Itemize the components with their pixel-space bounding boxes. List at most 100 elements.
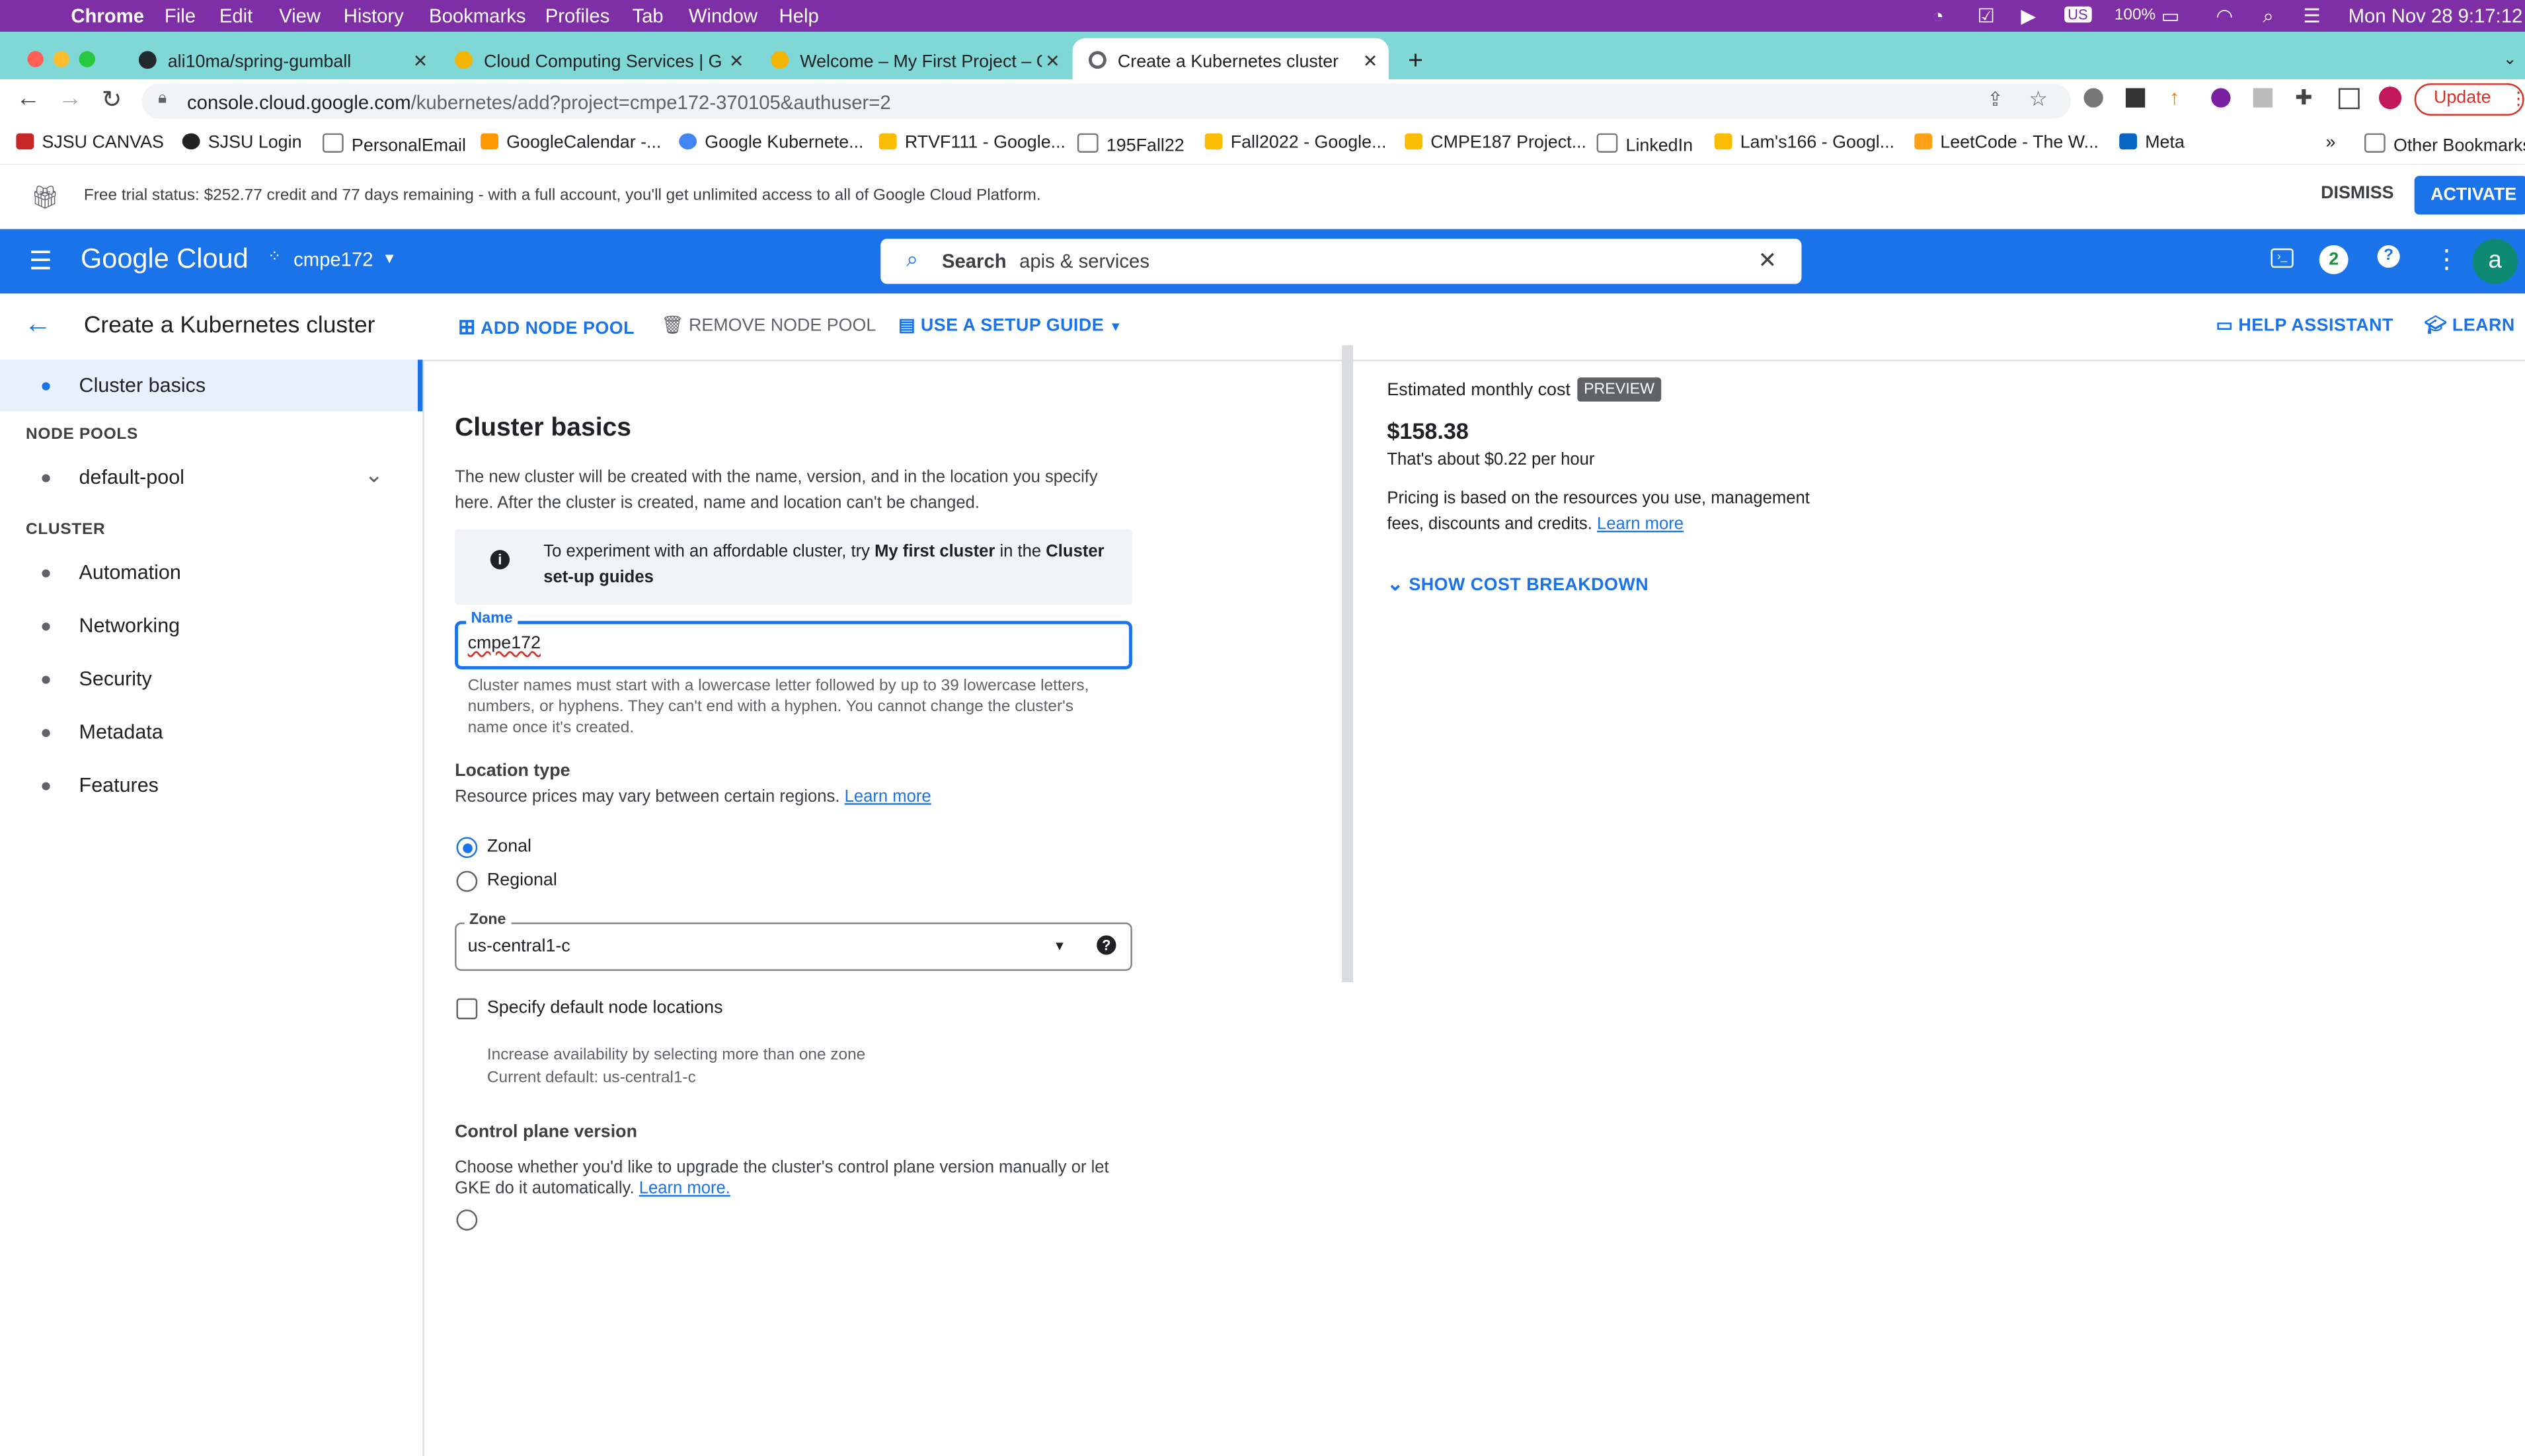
panel-divider[interactable] xyxy=(1342,345,1354,983)
bookmark-item[interactable]: LeetCode - The W... xyxy=(1914,133,2099,153)
status-icon-1[interactable]: ◔ xyxy=(1932,5,1944,27)
extension-arrow-icon[interactable]: ↑ xyxy=(2169,85,2180,110)
bookmark-item[interactable]: CMPE187 Project... xyxy=(1405,133,1586,153)
reload-icon[interactable]: ↻ xyxy=(102,85,122,114)
zonal-label[interactable]: Zonal xyxy=(487,837,531,856)
profile-avatar[interactable] xyxy=(2379,86,2402,110)
forward-arrow-icon[interactable]: → xyxy=(58,85,83,112)
menu-view[interactable]: View xyxy=(279,5,321,27)
checkbox-status-icon[interactable]: ☑ xyxy=(1977,5,1994,27)
extension-grey-icon[interactable] xyxy=(2253,88,2272,108)
bookmark-item[interactable]: Lam's166 - Googl... xyxy=(1714,133,1894,153)
nav-security[interactable]: Security xyxy=(0,653,422,705)
regional-radio[interactable] xyxy=(456,870,478,892)
nav-cluster-basics[interactable]: Cluster basics xyxy=(0,360,423,412)
regional-label[interactable]: Regional xyxy=(487,871,557,890)
nav-default-pool[interactable]: default-pool ⌄ xyxy=(0,451,422,503)
search-clear-icon[interactable]: ✕ xyxy=(1758,247,1777,274)
battery-icon[interactable]: ▭ xyxy=(2161,5,2180,27)
dropdown-arrow-icon[interactable]: ▼ xyxy=(382,250,397,266)
input-source-icon[interactable]: US xyxy=(2064,6,2091,23)
nav-automation[interactable]: Automation xyxy=(0,547,422,598)
control-center-icon[interactable]: ☰ xyxy=(2303,5,2320,27)
add-node-pool-button[interactable]: ⊞ ADD NODE POOL xyxy=(458,315,635,340)
notifications-badge[interactable]: 2 xyxy=(2319,245,2349,274)
bookmark-item[interactable]: SJSU CANVAS xyxy=(16,133,164,153)
help-icon[interactable]: ? xyxy=(2377,245,2400,268)
learn-more-link[interactable]: Learn more xyxy=(1597,514,1684,533)
specify-nodes-checkbox[interactable] xyxy=(456,998,478,1020)
project-selector[interactable]: cmpe172 xyxy=(293,249,373,271)
menu-help[interactable]: Help xyxy=(779,5,819,27)
name-field[interactable]: Name cmpe172 xyxy=(455,609,1132,670)
window-minimize-button[interactable] xyxy=(53,51,69,67)
bookmark-item[interactable]: Google Kubernete... xyxy=(679,133,864,153)
update-button[interactable]: Update ⋮ xyxy=(2414,83,2525,116)
extension-bug-icon[interactable] xyxy=(2083,88,2103,108)
activate-button[interactable]: ACTIVATE xyxy=(2414,176,2525,215)
back-arrow-icon[interactable]: ← xyxy=(24,308,52,340)
tab-close-icon[interactable]: ✕ xyxy=(413,51,428,72)
menubar-clock[interactable]: Mon Nov 28 9:17:12 xyxy=(2349,5,2523,27)
cloud-shell-icon[interactable]: ›_ xyxy=(2271,248,2294,268)
google-cloud-logo[interactable]: Google Cloud xyxy=(81,244,249,276)
nav-features[interactable]: Features xyxy=(0,759,422,811)
help-icon[interactable]: ? xyxy=(1097,935,1116,955)
browser-tab-active[interactable]: Create a Kubernetes cluster – K ✕ xyxy=(1072,38,1389,81)
nav-metadata[interactable]: Metadata xyxy=(0,707,422,758)
browser-tab[interactable]: Welcome – My First Project – G ✕ xyxy=(755,38,1071,80)
tab-close-icon[interactable]: ✕ xyxy=(1045,51,1060,72)
new-tab-plus-icon[interactable]: + xyxy=(1408,48,1423,77)
window-close-button[interactable] xyxy=(27,51,44,67)
lock-icon[interactable]: 🔒︎ xyxy=(158,90,167,108)
wifi-icon[interactable]: ◠ xyxy=(2216,5,2234,27)
tab-search-chevron-icon[interactable]: ⌄ xyxy=(2503,51,2516,69)
bookmark-item[interactable]: RTVF111 - Google... xyxy=(878,133,1066,153)
zone-select[interactable]: Zone us-central1-c ▼ ? xyxy=(455,911,1132,971)
menu-history[interactable]: History xyxy=(344,5,404,27)
chevron-down-icon[interactable]: ⌄ xyxy=(364,461,383,488)
radio-partial[interactable] xyxy=(456,1209,478,1231)
menu-bookmarks[interactable]: Bookmarks xyxy=(429,5,525,27)
tab-close-icon[interactable]: ✕ xyxy=(729,51,744,72)
setup-guide-button[interactable]: ▤ USE A SETUP GUIDE ▼ xyxy=(898,315,1122,335)
bookmark-item[interactable]: Meta xyxy=(2119,133,2185,153)
learn-button[interactable]: 🎓︎ LEARN xyxy=(2424,315,2514,335)
bookmarks-overflow-chevron[interactable]: » xyxy=(2325,134,2335,153)
learn-more-link[interactable]: Learn more. xyxy=(639,1179,730,1198)
bookmark-item[interactable]: Fall2022 - Google... xyxy=(1204,133,1386,153)
play-status-icon[interactable]: ▶ xyxy=(2021,5,2036,27)
specify-nodes-label[interactable]: Specify default node locations xyxy=(487,998,723,1017)
hamburger-menu-icon[interactable]: ☰ xyxy=(29,245,52,278)
zonal-radio[interactable] xyxy=(456,837,478,859)
extension-selenium-icon[interactable] xyxy=(2125,88,2146,108)
extensions-puzzle-icon[interactable]: ✚ xyxy=(2295,85,2313,111)
learn-more-link[interactable]: Learn more xyxy=(845,787,931,806)
back-arrow-icon[interactable]: ← xyxy=(16,85,40,112)
share-icon[interactable]: ⇪ xyxy=(1987,88,2003,110)
bookmark-item[interactable]: GoogleCalendar -... xyxy=(481,133,661,153)
menu-window[interactable]: Window xyxy=(689,5,758,27)
bookmark-folder[interactable]: 195Fall22 xyxy=(1077,133,1185,156)
menu-tab[interactable]: Tab xyxy=(632,5,663,27)
show-cost-breakdown-button[interactable]: ⌄ SHOW COST BREAKDOWN xyxy=(1387,572,1649,595)
help-assistant-button[interactable]: ▭ HELP ASSISTANT xyxy=(2216,315,2393,335)
tab-close-icon[interactable]: ✕ xyxy=(1363,51,1378,72)
other-bookmarks-folder[interactable]: Other Bookmarks xyxy=(2364,133,2525,156)
search-input[interactable]: apis & services xyxy=(1019,250,1149,272)
bookmark-folder[interactable]: PersonalEmail xyxy=(323,133,466,156)
url-text[interactable]: console.cloud.google.com/kubernetes/add?… xyxy=(187,91,891,114)
menu-profiles[interactable]: Profiles xyxy=(545,5,610,27)
menu-file[interactable]: File xyxy=(165,5,196,27)
side-panel-icon[interactable] xyxy=(2339,88,2360,110)
browser-tab[interactable]: ali10ma/spring-gumball ✕ xyxy=(122,38,438,80)
more-vert-icon[interactable]: ⋮ xyxy=(2434,244,2460,276)
omnibox[interactable]: 🔒︎ console.cloud.google.com/kubernetes/a… xyxy=(141,83,2071,119)
dismiss-button[interactable]: DISMISS xyxy=(2321,184,2393,203)
menubar-app-name[interactable]: Chrome xyxy=(71,5,144,27)
spotlight-search-icon[interactable]: ⌕ xyxy=(2263,5,2273,29)
menu-edit[interactable]: Edit xyxy=(219,5,252,27)
user-avatar[interactable]: a xyxy=(2472,239,2518,284)
browser-tab[interactable]: Cloud Computing Services | G ✕ xyxy=(439,38,755,80)
dropdown-arrow-icon[interactable]: ▼ xyxy=(1053,939,1066,953)
